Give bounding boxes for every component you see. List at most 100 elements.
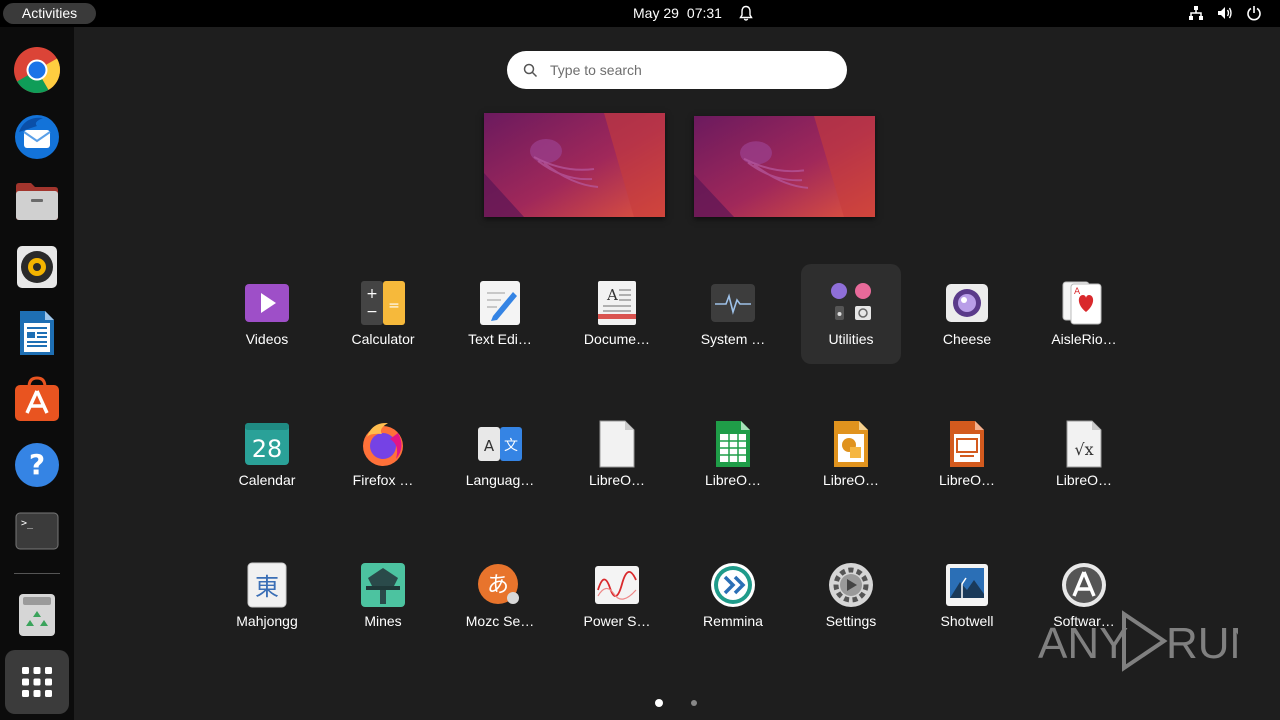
app-label: System …	[700, 331, 766, 347]
workspace-thumbnail-1[interactable]	[484, 113, 665, 217]
app-mozc-setup[interactable]: あ Mozc Se…	[450, 546, 550, 646]
show-apps-button[interactable]	[5, 650, 69, 714]
svg-text:√x: √x	[1074, 440, 1093, 459]
app-cheese[interactable]: Cheese	[917, 264, 1017, 364]
files-icon	[16, 183, 58, 220]
app-libreoffice-math[interactable]: √x LibreO…	[1034, 405, 1134, 505]
top-bar: Activities May 29 07:31	[0, 0, 1280, 27]
svg-text:RUN: RUN	[1166, 619, 1238, 668]
bell-icon[interactable]	[738, 5, 754, 22]
dock: ? >_	[0, 27, 74, 720]
libreoffice-icon	[599, 420, 635, 468]
app-power-statistics[interactable]: Power S…	[567, 546, 667, 646]
dock-item-thunderbird[interactable]	[11, 110, 63, 162]
libreoffice-impress-icon	[950, 421, 984, 467]
app-mahjongg[interactable]: 東 Mahjongg	[217, 546, 317, 646]
calculator-icon: + − =	[361, 281, 405, 325]
search-bar[interactable]	[507, 51, 847, 89]
svg-text:=: =	[388, 298, 400, 314]
app-text-editor[interactable]: Text Edi…	[450, 264, 550, 364]
svg-text:あ: あ	[487, 573, 509, 598]
svg-text:?: ?	[29, 448, 45, 481]
app-libreoffice-calc[interactable]: LibreO…	[683, 405, 783, 505]
app-label: Cheese	[942, 331, 992, 347]
trash-icon	[19, 594, 55, 636]
app-libreoffice-impress[interactable]: LibreO…	[917, 405, 1017, 505]
svg-text:東: 東	[255, 573, 279, 601]
app-label: Utilities	[828, 331, 874, 347]
app-label: Mozc Se…	[465, 613, 535, 629]
svg-text:A: A	[484, 437, 495, 455]
shotwell-icon	[946, 564, 988, 606]
svg-text:A: A	[606, 286, 618, 304]
language-support-icon: A文	[478, 427, 522, 461]
chrome-icon	[14, 47, 61, 93]
dock-item-chrome[interactable]	[11, 44, 63, 96]
search-input[interactable]	[550, 62, 820, 78]
app-libreoffice-draw[interactable]: LibreO…	[801, 405, 901, 505]
app-calculator[interactable]: + − = Calculator	[333, 264, 433, 364]
app-label: Power S…	[583, 613, 651, 629]
system-monitor-icon	[711, 284, 755, 322]
firefox-icon	[363, 422, 403, 466]
app-label: Languag…	[465, 472, 535, 488]
svg-text:文: 文	[504, 438, 518, 454]
dock-item-rhythmbox[interactable]	[11, 241, 63, 293]
app-label: Mahjongg	[236, 613, 298, 629]
app-label: LibreO…	[822, 472, 880, 488]
page-indicator-1[interactable]	[655, 699, 663, 707]
workspace-thumbnail-2[interactable]	[694, 116, 875, 217]
app-calendar[interactable]: 28 Calendar	[217, 405, 317, 505]
app-label: Videos	[245, 331, 289, 347]
dock-item-libreoffice-writer[interactable]	[11, 307, 63, 359]
system-tray[interactable]	[1188, 5, 1262, 22]
app-label: Remmina	[703, 613, 763, 629]
mozc-icon: あ	[478, 564, 519, 604]
dock-item-files[interactable]	[11, 175, 63, 227]
app-system-monitor[interactable]: System …	[683, 264, 783, 364]
svg-text:+: +	[366, 286, 378, 302]
app-document-viewer[interactable]: A Docume…	[567, 264, 667, 364]
aisleriot-icon: A	[1062, 281, 1102, 325]
power-icon[interactable]	[1246, 5, 1262, 21]
svg-text:ANY: ANY	[1038, 619, 1128, 668]
grid-icon	[22, 667, 52, 697]
settings-icon	[829, 563, 873, 607]
mahjongg-icon: 東	[247, 562, 287, 608]
app-firefox[interactable]: Firefox …	[333, 405, 433, 505]
page-indicator-2[interactable]	[691, 700, 697, 706]
clock[interactable]: May 29 07:31	[633, 0, 730, 27]
app-label: Docume…	[583, 331, 651, 347]
app-label: AisleRio…	[1051, 331, 1117, 347]
app-remmina[interactable]: Remmina	[683, 546, 783, 646]
app-videos[interactable]: Videos	[217, 264, 317, 364]
document-viewer-icon: A	[598, 281, 636, 325]
app-label: Calculator	[351, 331, 415, 347]
libreoffice-math-icon: √x	[1066, 420, 1102, 468]
app-folder-utilities[interactable]: Utilities	[801, 264, 901, 364]
wallpaper-jellyfish	[694, 116, 875, 217]
network-icon[interactable]	[1188, 5, 1204, 21]
dock-item-software[interactable]	[11, 373, 63, 425]
app-label: LibreO…	[1055, 472, 1113, 488]
app-label: Text Edi…	[468, 331, 532, 347]
search-icon	[523, 63, 538, 77]
dock-item-terminal[interactable]: >_	[11, 505, 63, 557]
app-mines[interactable]: Mines	[333, 546, 433, 646]
app-aisleriot[interactable]: A AisleRio…	[1034, 264, 1134, 364]
svg-text:−: −	[366, 304, 378, 320]
dock-item-trash[interactable]	[11, 588, 63, 640]
app-settings[interactable]: Settings	[801, 546, 901, 646]
app-label: LibreO…	[588, 472, 646, 488]
thunderbird-icon	[15, 115, 59, 159]
app-language-support[interactable]: A文 Languag…	[450, 405, 550, 505]
cheese-icon	[946, 284, 988, 322]
volume-icon[interactable]	[1217, 5, 1233, 21]
dock-item-help[interactable]: ?	[11, 439, 63, 491]
app-libreoffice[interactable]: LibreO…	[567, 405, 667, 505]
text-editor-icon	[480, 281, 520, 325]
app-label: LibreO…	[938, 472, 996, 488]
activities-button[interactable]: Activities	[3, 3, 96, 24]
calendar-icon: 28	[245, 423, 289, 465]
app-shotwell[interactable]: Shotwell	[917, 546, 1017, 646]
